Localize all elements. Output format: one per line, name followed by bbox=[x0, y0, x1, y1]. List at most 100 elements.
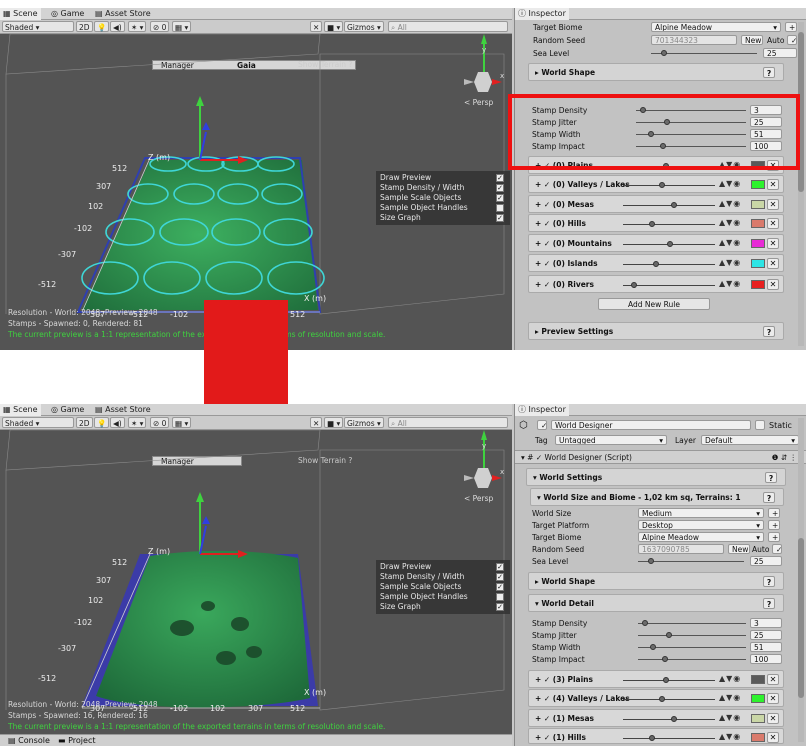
rule-color-swatch[interactable] bbox=[751, 180, 765, 189]
target-biome-dropdown[interactable]: Alpine Meadow ▾ bbox=[638, 532, 764, 542]
help-icon[interactable]: ? bbox=[765, 472, 777, 483]
add-size-button[interactable]: + bbox=[768, 508, 780, 518]
audio-icon[interactable]: ◀) bbox=[110, 417, 125, 428]
rule-arrow-icons[interactable]: ▲▼◉ bbox=[719, 218, 741, 230]
rule-slider[interactable] bbox=[623, 677, 715, 683]
rule-arrow-icons[interactable]: ▲▼◉ bbox=[719, 732, 741, 744]
world-size-section[interactable]: ▾ World Size and Biome - 1,02 km sq, Ter… bbox=[530, 488, 784, 506]
tab-project[interactable]: ▬ Project bbox=[58, 736, 95, 745]
slider-handle[interactable] bbox=[663, 677, 669, 683]
slider-handle[interactable] bbox=[671, 202, 677, 208]
stamp-density-width-checkbox[interactable]: ✓ bbox=[496, 184, 504, 192]
stamp-density-value[interactable]: 3 bbox=[750, 618, 782, 628]
layer-dropdown[interactable]: Default ▾ bbox=[701, 435, 799, 445]
rule-rivers[interactable]: + ✓ (0) Rivers ▲▼◉ ✕ bbox=[528, 275, 784, 293]
tab-scene[interactable]: ▦ Scene bbox=[0, 404, 41, 416]
add-new-rule-button[interactable]: Add New Rule bbox=[598, 298, 710, 310]
help-icon[interactable]: ? bbox=[763, 492, 775, 503]
hidden-objects-button[interactable]: ⊘ 0 bbox=[150, 417, 170, 428]
mode-2d-button[interactable]: 2D bbox=[76, 21, 93, 32]
slider-handle[interactable] bbox=[666, 632, 672, 638]
light-icon[interactable]: 💡 bbox=[94, 21, 110, 32]
remove-rule-button[interactable]: ✕ bbox=[767, 674, 779, 685]
size-graph-checkbox[interactable]: ✓ bbox=[496, 214, 504, 222]
rule-slider[interactable] bbox=[623, 282, 715, 288]
gizmos-dropdown[interactable]: Gizmos ▾ bbox=[344, 21, 384, 32]
sample-object-handles-row[interactable]: Sample Object Handles bbox=[380, 592, 506, 602]
component-menu-icon[interactable]: ❶ ⇵ ⋮ bbox=[772, 451, 797, 464]
grid-icon[interactable]: ▦ ▾ bbox=[172, 21, 192, 32]
help-icon[interactable]: ? bbox=[763, 67, 775, 78]
slider-handle[interactable] bbox=[659, 696, 665, 702]
rule-color-swatch[interactable] bbox=[751, 694, 765, 703]
rule-arrow-icons[interactable]: ▲▼◉ bbox=[719, 258, 741, 270]
persp-label[interactable]: < Persp bbox=[464, 98, 493, 107]
stamp-jitter-slider[interactable] bbox=[638, 632, 746, 638]
stamp-impact-slider[interactable] bbox=[638, 656, 746, 662]
world-shape-section[interactable]: ▸ World Shape? bbox=[528, 572, 784, 590]
tab-inspector[interactable]: ⓘ Inspector bbox=[515, 8, 569, 20]
rule-arrow-icons[interactable]: ▲▼◉ bbox=[719, 179, 741, 191]
rule-slider[interactable] bbox=[623, 735, 715, 741]
draw-preview-checkbox[interactable]: ✓ bbox=[496, 563, 504, 571]
rule-slider[interactable] bbox=[623, 221, 715, 227]
rule-color-swatch[interactable] bbox=[751, 239, 765, 248]
rule-mesas[interactable]: + ✓ (1) Mesas ▲▼◉ ✕ bbox=[528, 709, 784, 727]
rule-slider[interactable] bbox=[623, 716, 715, 722]
sample-scale-objects-row[interactable]: Sample Scale Objects ✓ bbox=[380, 582, 506, 592]
sea-level-slider[interactable] bbox=[651, 50, 757, 56]
slider-handle[interactable] bbox=[650, 644, 656, 650]
help-icon[interactable]: ? bbox=[763, 598, 775, 609]
slider-handle[interactable] bbox=[671, 716, 677, 722]
sample-object-handles-checkbox[interactable] bbox=[496, 593, 504, 601]
rule-arrow-icons[interactable]: ▲▼◉ bbox=[719, 199, 741, 211]
rule-valleys-lakes[interactable]: + ✓ (0) Valleys / Lakes ▲▼◉ ✕ bbox=[528, 175, 784, 193]
scene-search-input[interactable]: ⌕ All bbox=[388, 21, 508, 32]
rule-slider[interactable] bbox=[623, 182, 715, 188]
scene-gizmo[interactable] bbox=[464, 430, 502, 488]
shading-dropdown[interactable]: Shaded ▾ bbox=[2, 21, 74, 32]
persp-label[interactable]: < Persp bbox=[464, 494, 493, 503]
rule-slider[interactable] bbox=[623, 202, 715, 208]
sample-object-handles-checkbox[interactable] bbox=[496, 204, 504, 212]
remove-rule-button[interactable]: ✕ bbox=[767, 199, 779, 210]
rule-color-swatch[interactable] bbox=[751, 280, 765, 289]
auto-checkbox[interactable]: ✓ bbox=[772, 544, 782, 554]
rule-slider[interactable] bbox=[623, 241, 715, 247]
mode-2d-button[interactable]: 2D bbox=[76, 417, 93, 428]
rule-color-swatch[interactable] bbox=[751, 714, 765, 723]
stamp-density-width-row[interactable]: Stamp Density / Width ✓ bbox=[380, 572, 506, 582]
scene-gizmo[interactable] bbox=[464, 34, 502, 92]
tag-dropdown[interactable]: Untagged ▾ bbox=[555, 435, 667, 445]
rule-valleys-lakes[interactable]: + ✓ (4) Valleys / Lakes ▲▼◉ ✕ bbox=[528, 689, 784, 707]
rule-slider[interactable] bbox=[623, 261, 715, 267]
scene-viewport[interactable]: Manager Show Terrain ? < Persp y x 512 3… bbox=[0, 430, 512, 746]
light-icon[interactable]: 💡 bbox=[94, 417, 110, 428]
tab-console[interactable]: ▤ Console bbox=[8, 736, 50, 745]
rule-hills[interactable]: + ✓ (1) Hills ▲▼◉ ✕ bbox=[528, 728, 784, 744]
rule-mountains[interactable]: + ✓ (0) Mountains ▲▼◉ ✕ bbox=[528, 234, 784, 252]
help-icon[interactable]: ? bbox=[763, 576, 775, 587]
stamp-density-width-row[interactable]: Stamp Density / Width ✓ bbox=[380, 183, 506, 193]
remove-rule-button[interactable]: ✕ bbox=[767, 732, 779, 743]
world-size-dropdown[interactable]: Medium ▾ bbox=[638, 508, 764, 518]
slider-handle[interactable] bbox=[631, 282, 637, 288]
random-seed-field[interactable]: 1637090785 bbox=[638, 544, 724, 554]
component-header[interactable]: ▾ # ✓ World Designer (Script) ❶ ⇵ ⋮ bbox=[515, 450, 806, 464]
slider-handle[interactable] bbox=[662, 656, 668, 662]
tab-scene[interactable]: ▦ Scene bbox=[0, 8, 41, 20]
sample-scale-objects-row[interactable]: Sample Scale Objects ✓ bbox=[380, 193, 506, 203]
add-platform-button[interactable]: + bbox=[768, 520, 780, 530]
rule-arrow-icons[interactable]: ▲▼◉ bbox=[719, 238, 741, 250]
tab-game[interactable]: ◎ Game bbox=[48, 404, 87, 416]
rule-color-swatch[interactable] bbox=[751, 675, 765, 684]
static-checkbox[interactable] bbox=[755, 420, 765, 430]
stamp-density-width-checkbox[interactable]: ✓ bbox=[496, 573, 504, 581]
rule-color-swatch[interactable] bbox=[751, 200, 765, 209]
sample-scale-objects-checkbox[interactable]: ✓ bbox=[496, 583, 504, 591]
tab-asset-store[interactable]: ▤ Asset Store bbox=[92, 8, 154, 20]
tools-icon[interactable]: ✕ bbox=[310, 417, 323, 428]
slider-handle[interactable] bbox=[648, 558, 654, 564]
rule-slider[interactable] bbox=[623, 696, 715, 702]
sample-object-handles-row[interactable]: Sample Object Handles bbox=[380, 203, 506, 213]
